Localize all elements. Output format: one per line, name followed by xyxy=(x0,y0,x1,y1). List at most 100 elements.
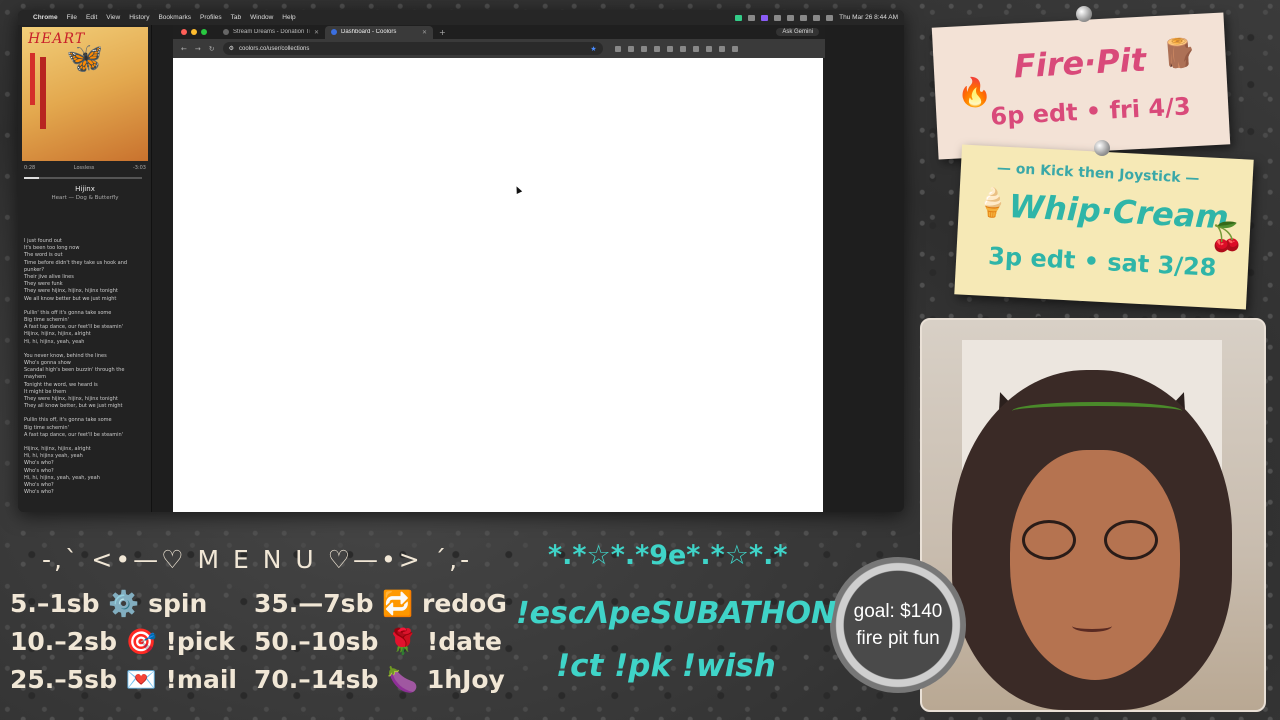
extension-icon[interactable] xyxy=(666,45,673,52)
lyric-line: Tonight the word, we heard is xyxy=(24,381,98,388)
extension-icon[interactable] xyxy=(679,45,686,52)
menubar-item-profiles[interactable]: Profiles xyxy=(200,14,222,21)
close-tab-icon[interactable]: ✕ xyxy=(314,29,319,36)
menubar-item-file[interactable]: File xyxy=(67,14,77,21)
lyric-line: Hi, hi, hijinx yeah, yeah xyxy=(24,453,83,460)
extensions-bar xyxy=(614,45,738,52)
extension-icon[interactable] xyxy=(614,45,621,52)
lyric-line: Hijinx, hijinx, hijinx, alright xyxy=(24,331,91,338)
subathon-decoration: *.*☆*.*9e*.*☆*.* xyxy=(548,540,788,571)
ice-cream-icon: 🍦 xyxy=(974,185,1011,221)
menu-column-left: 5.–1sb ⚙️ spin 10.–2sb 🎯 !pick 25.–5sb 💌… xyxy=(10,585,237,699)
extension-icon[interactable] xyxy=(718,45,725,52)
ask-gemini-button[interactable]: Ask Gemini xyxy=(776,28,819,36)
close-tab-icon[interactable]: ✕ xyxy=(422,29,427,36)
menubar-app-name[interactable]: Chrome xyxy=(33,14,58,21)
close-window-button[interactable] xyxy=(181,29,187,35)
playback-progress-fill xyxy=(24,177,40,179)
extension-icon[interactable] xyxy=(653,45,660,52)
lyric-line: Big time schemin' xyxy=(24,317,69,324)
status-icon[interactable] xyxy=(748,14,756,21)
event-card-whipcream: — on Kick then Joystick — 🍦 Whip·Cream 🍒… xyxy=(954,144,1254,310)
fullscreen-window-button[interactable] xyxy=(201,29,207,35)
event-card-firepit: 🔥 Fire·Pit 🪵 6p edt • fri 4/3 xyxy=(931,12,1231,160)
album-art-stripe xyxy=(30,53,35,105)
menu-kebab-icon[interactable] xyxy=(731,45,738,52)
playback-progress-bar[interactable] xyxy=(24,177,142,179)
pushpin-icon xyxy=(1094,140,1110,156)
forward-icon[interactable]: → xyxy=(195,45,201,53)
menubar-item-help[interactable]: Help xyxy=(282,14,295,21)
status-icon[interactable] xyxy=(761,14,769,21)
window-controls xyxy=(173,29,217,35)
lyrics-panel: I just found out It's been too long now Th… xyxy=(24,238,146,504)
back-icon[interactable]: ← xyxy=(181,45,187,53)
tab-label: Stream Dreams - Donation Tr... xyxy=(233,29,310,35)
cherry-icon: 🍒 xyxy=(1208,219,1246,255)
menubar-item-window[interactable]: Window xyxy=(250,14,273,21)
menu-item: 25.–5sb 💌 !mail xyxy=(10,665,237,694)
track-title: Hijinx xyxy=(75,185,95,193)
menubar-item-bookmarks[interactable]: Bookmarks xyxy=(158,14,191,21)
extension-icon[interactable] xyxy=(627,45,634,52)
status-icon[interactable] xyxy=(735,14,743,21)
lyric-line: It might be them xyxy=(24,388,67,395)
extension-icon[interactable] xyxy=(705,45,712,52)
fire-icon: 🔥 xyxy=(956,74,993,110)
lyric-line: The word is out xyxy=(24,252,63,259)
lyric-line: They were hijinx, hijinx, hijinx tonight xyxy=(24,396,118,403)
menu-column-right: 35.—7sb 🔁 redoG 50.–10sb 🌹 !date 70.–14s… xyxy=(254,585,507,699)
menu-item: 5.–1sb ⚙️ spin xyxy=(10,589,208,618)
menu-heading: -,` <•—♡ M E N U ♡—•> ´,- xyxy=(42,545,473,574)
bookmark-star-icon[interactable]: ★ xyxy=(590,45,596,53)
track-artist: Heart — Dog & Butterfly xyxy=(51,195,119,201)
extension-icon[interactable] xyxy=(692,45,699,52)
lyric-line: Who's who? xyxy=(24,460,54,467)
address-url[interactable]: coolors.co/user/collections xyxy=(239,46,585,52)
whipcream-title: Whip·Cream xyxy=(1007,187,1230,237)
playback-times: 0:28 Lossless -3:03 xyxy=(24,165,146,171)
menubar-status-area: Thu Mar 26 8:44 AM xyxy=(735,14,904,21)
tab-coolors-dashboard[interactable]: Dashboard - Coolors ✕ xyxy=(325,25,433,39)
menubar-item-history[interactable]: History xyxy=(129,14,149,21)
lyrics-stanza: Pullin this off, it's gonna take some Big… xyxy=(24,417,146,439)
control-center-icon[interactable] xyxy=(826,14,834,21)
music-player-panel: HEART 🦋 0:28 Lossless -3:03 Hijinx Heart… xyxy=(18,25,152,512)
wifi-icon[interactable] xyxy=(800,14,808,21)
status-icon[interactable] xyxy=(774,14,782,21)
site-info-icon[interactable]: ⚙ xyxy=(229,45,234,52)
reload-icon[interactable]: ↻ xyxy=(209,45,215,53)
lyric-line: Pullin' this off it's gonna take some xyxy=(24,309,112,316)
minimize-window-button[interactable] xyxy=(191,29,197,35)
new-tab-button[interactable]: + xyxy=(433,28,446,37)
lyric-line: I just found out xyxy=(24,238,62,244)
search-icon[interactable] xyxy=(813,14,821,21)
page-content-blank[interactable] xyxy=(173,58,823,512)
chat-commands: !ct !pk !wish xyxy=(556,648,776,684)
lyric-line: A fast tap dance, our feet'll be steamin… xyxy=(24,431,124,438)
extension-icon[interactable] xyxy=(640,45,647,52)
lyric-line: You never know, behind the lines xyxy=(24,352,107,359)
firepit-schedule: 6p edt • fri 4/3 xyxy=(989,92,1192,131)
elapsed-time: 0:28 xyxy=(24,165,36,171)
address-bar[interactable]: ⚙ coolors.co/user/collections ★ xyxy=(222,42,603,55)
lyric-line: Who's who? xyxy=(24,467,54,474)
lyric-line: We all know better but we just might xyxy=(24,295,117,302)
lyrics-stanza: Hijinx, hijinx, hijinx, alright Hi, hi, h… xyxy=(24,446,146,496)
tab-stream-dreams[interactable]: Stream Dreams - Donation Tr... ✕ xyxy=(217,26,325,39)
menubar-item-edit[interactable]: Edit xyxy=(86,14,97,21)
status-icon[interactable] xyxy=(787,14,795,21)
tab-favicon-icon xyxy=(223,29,229,35)
menubar-item-view[interactable]: View xyxy=(106,14,120,21)
screen-capture: Chrome File Edit View History Bookmarks … xyxy=(18,10,904,512)
menu-item: 10.–2sb 🎯 !pick xyxy=(10,627,235,656)
butterfly-icon: 🦋 xyxy=(66,41,104,76)
menubar-item-tab[interactable]: Tab xyxy=(231,14,241,21)
lyric-line: A fast tap dance, our feet'll be steamin… xyxy=(24,324,124,331)
lyric-line: They were funk xyxy=(24,281,63,288)
lyric-line: Big time schemin' xyxy=(24,424,69,431)
chrome-window: Stream Dreams - Donation Tr... ✕ Dashboa… xyxy=(173,25,825,512)
menubar-clock[interactable]: Thu Mar 26 8:44 AM xyxy=(839,14,898,21)
remaining-time: -3:03 xyxy=(132,165,146,171)
lyrics-stanza: Pullin' this off it's gonna take some Big… xyxy=(24,310,146,346)
